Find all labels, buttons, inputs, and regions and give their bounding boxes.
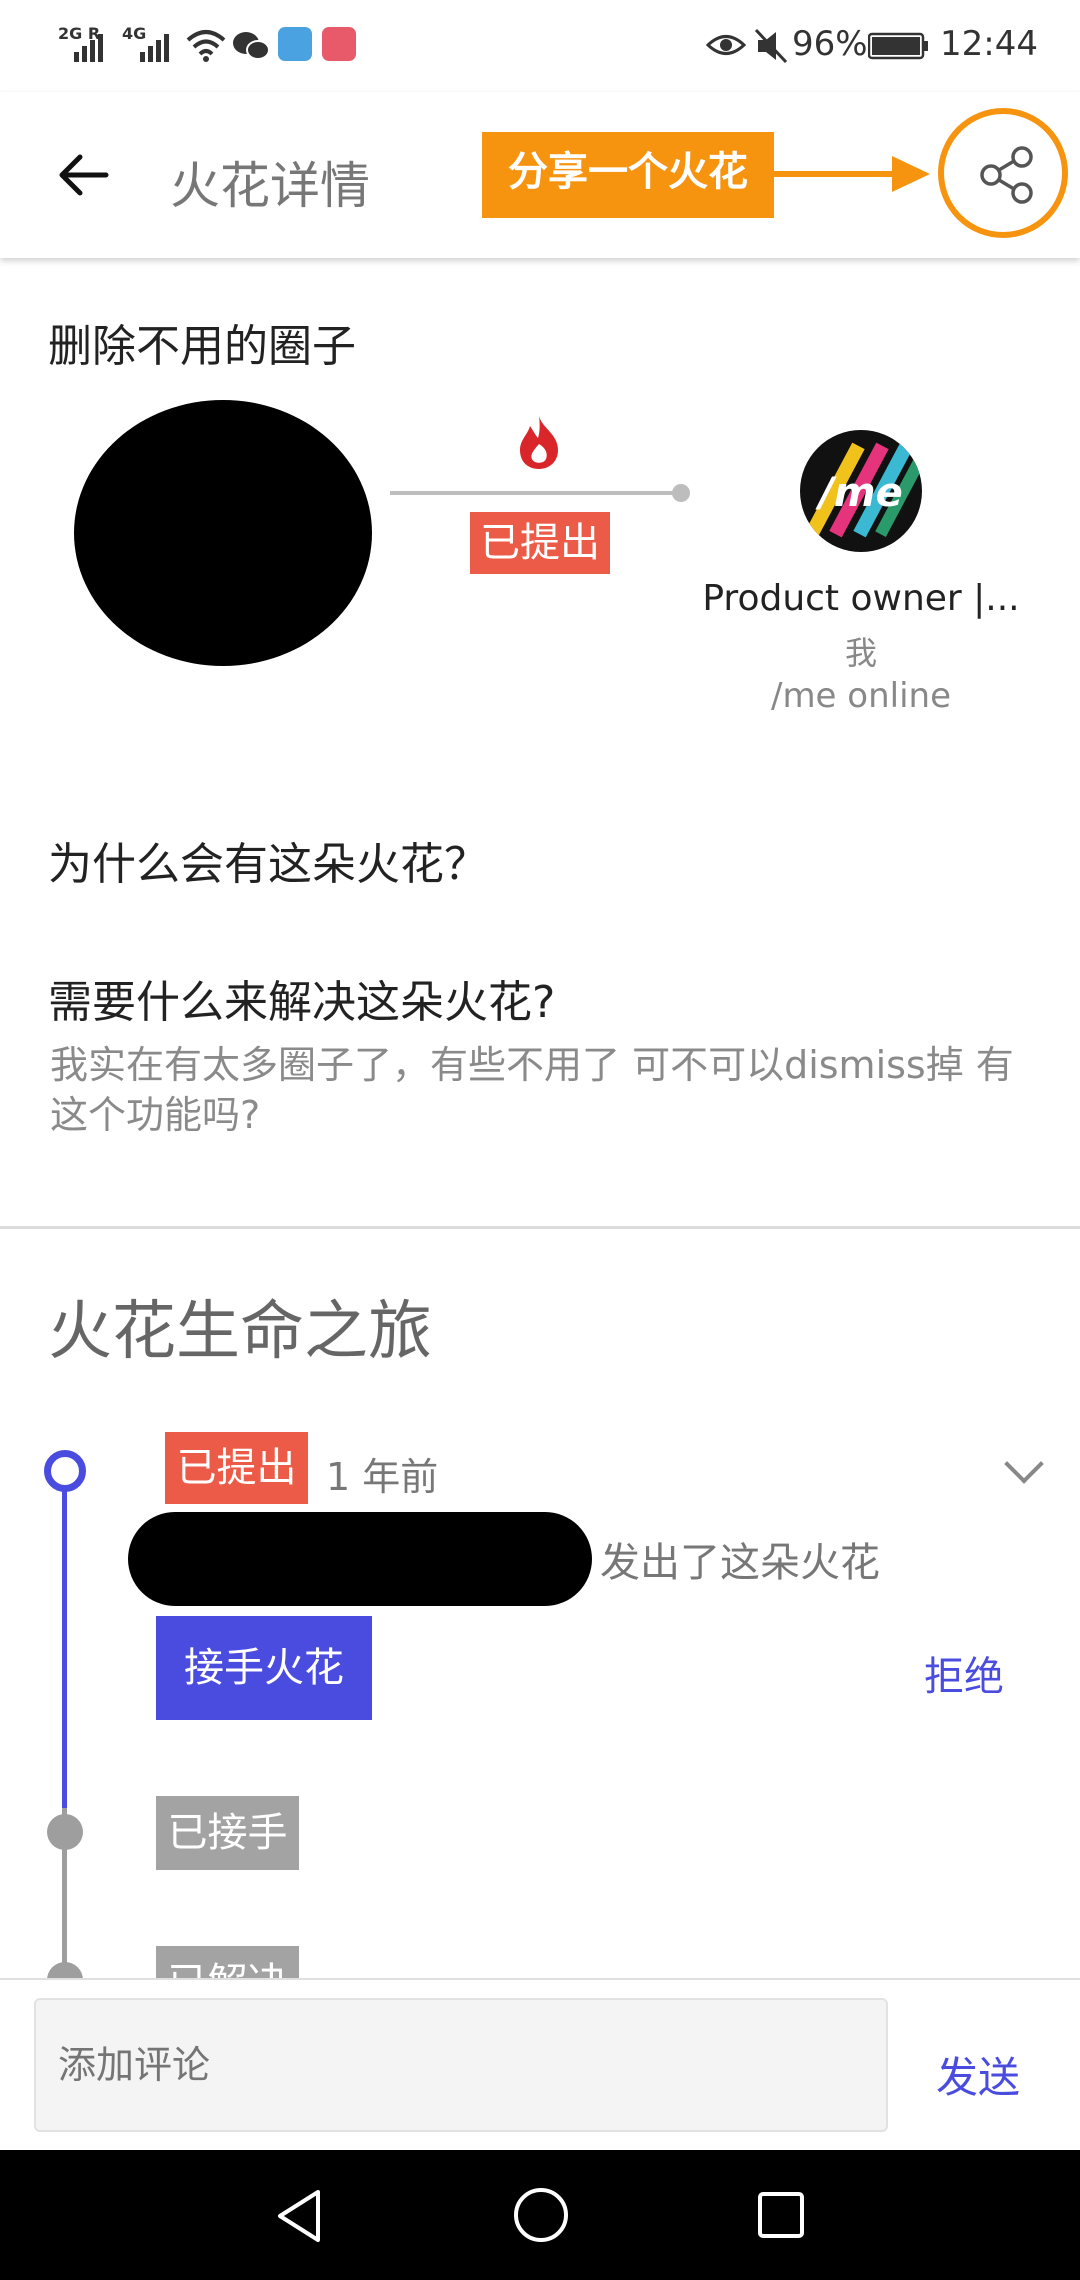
redacted-username (128, 1512, 592, 1606)
owner-avatar[interactable]: /me (800, 430, 922, 552)
timeline-node (47, 1814, 83, 1850)
chevron-down-icon[interactable] (1004, 1444, 1044, 1484)
mute-icon (754, 28, 788, 64)
owner-role: 我 (844, 634, 877, 672)
battery-icon (868, 32, 928, 60)
timeline-node-current (44, 1450, 86, 1492)
need-answer: 我实在有太多圈子了，有些不用了 可不可以dismiss掉 有这个功能吗? (50, 1043, 1014, 1137)
owner-name: Product owner |... (702, 578, 1020, 619)
section-divider (0, 1226, 1080, 1229)
app-notification-icon (278, 27, 312, 61)
back-nav-icon[interactable] (272, 2186, 328, 2246)
battery-percent: 96% (792, 24, 868, 64)
flame-icon (520, 416, 558, 469)
wifi-icon (186, 30, 226, 62)
page-title: 火花详情 (170, 157, 370, 215)
step-time: 1 年前 (326, 1455, 439, 1499)
recents-nav-icon[interactable] (756, 2190, 806, 2240)
eye-icon (706, 35, 746, 55)
redacted-avatar (74, 400, 372, 666)
status-bar: 2G R 4G 96% 12:44 (0, 0, 1080, 92)
send-button[interactable]: 发送 (936, 2044, 1020, 2105)
accept-spark-button[interactable]: 接手火花 (156, 1616, 372, 1720)
reject-button[interactable]: 拒绝 (924, 1644, 1004, 1702)
owner-org: /me online (770, 676, 951, 716)
step-tag-accepted: 已接手 (156, 1796, 299, 1870)
callout-arrow (772, 156, 930, 192)
share-callout-label: 分享一个火花 (482, 132, 774, 218)
connector-line (390, 491, 680, 495)
comment-input[interactable] (34, 1998, 888, 2132)
clock: 12:44 (940, 24, 1038, 64)
need-heading: 需要什么来解决这朵火花? (48, 977, 556, 1028)
step-tag-proposed: 已提出 (165, 1432, 308, 1504)
why-heading: 为什么会有这朵火花？ (48, 839, 488, 890)
status-badge: 已提出 (470, 512, 610, 574)
journey-title: 火花生命之旅 (48, 1295, 432, 1369)
signal-icon (74, 34, 103, 62)
signal-icon-2 (140, 34, 169, 62)
connector-dot (672, 484, 690, 502)
step-description: 发出了这朵火花 (600, 1540, 880, 1586)
back-arrow-icon[interactable] (54, 150, 114, 200)
book-app-icon (322, 27, 356, 61)
share-icon[interactable] (978, 146, 1036, 204)
timeline-line-active (62, 1488, 67, 1808)
me-logo-text: /me (815, 470, 902, 516)
me-logo-icon: /me (805, 442, 922, 538)
home-nav-icon[interactable] (512, 2186, 570, 2244)
spark-title: 删除不用的圈子 (48, 321, 356, 372)
wechat-icon (233, 32, 270, 60)
